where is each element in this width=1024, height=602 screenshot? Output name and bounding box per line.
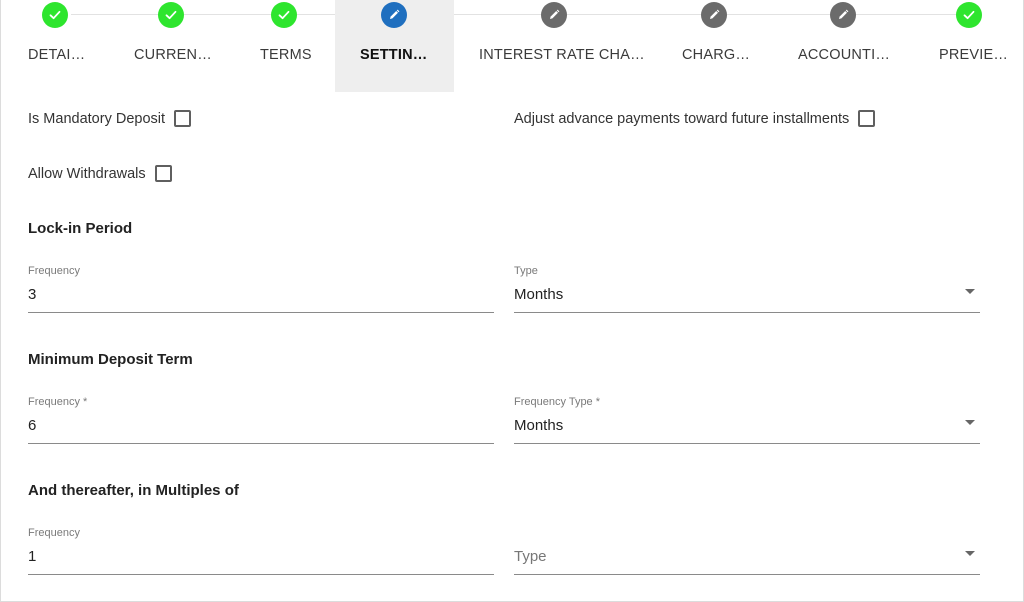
allow-withdrawals-row: Allow Withdrawals (28, 165, 172, 182)
pencil-icon (830, 2, 856, 28)
field-underline (28, 443, 494, 444)
pencil-icon (381, 2, 407, 28)
check-icon (956, 2, 982, 28)
adjust-advance-checkbox[interactable] (858, 110, 876, 127)
step-label: SETTIN… (360, 47, 428, 63)
pencil-icon (701, 2, 727, 28)
step-label: PREVIE… (939, 47, 1009, 63)
allow-withdrawals-checkbox[interactable] (154, 165, 172, 182)
lock-in-type-select[interactable]: Type Months (514, 265, 980, 315)
mandatory-deposit-row: Is Mandatory Deposit (28, 110, 192, 127)
step-label: DETAI… (28, 47, 86, 63)
step-interest-rate-chart[interactable]: INTEREST RATE CHA… (454, 0, 645, 92)
step-label: CHARG… (682, 47, 751, 63)
minimum-deposit-term-title: Minimum Deposit Term (28, 351, 193, 368)
field-label: Frequency Type * (514, 396, 601, 408)
dropdown-arrow-icon (965, 289, 975, 294)
step-preview[interactable]: PREVIE… (902, 0, 1022, 92)
field-label: Type (514, 265, 538, 277)
step-settings[interactable]: SETTIN… (335, 0, 454, 92)
field-placeholder: Type (514, 548, 547, 565)
step-label: TERMS (260, 47, 312, 63)
field-value: Months (514, 286, 564, 303)
mandatory-deposit-checkbox[interactable] (174, 110, 192, 127)
step-terms[interactable]: TERMS (231, 0, 335, 92)
mandatory-deposit-label: Is Mandatory Deposit (28, 110, 166, 127)
minimum-term-frequency-field: Frequency * 6 (28, 396, 494, 446)
step-label: CURREN… (134, 47, 212, 63)
lock-in-frequency-field: Frequency 3 (28, 265, 494, 315)
lock-in-frequency-input[interactable] (28, 279, 494, 311)
allow-withdrawals-label: Allow Withdrawals (28, 165, 146, 182)
adjust-advance-row: Adjust advance payments toward future in… (514, 110, 876, 127)
step-accounting[interactable]: ACCOUNTI… (782, 0, 902, 92)
step-details[interactable]: DETAI… (1, 0, 111, 92)
field-underline (514, 574, 980, 575)
field-underline (28, 574, 494, 575)
step-charges[interactable]: CHARG… (644, 0, 782, 92)
minimum-term-frequency-input[interactable] (28, 410, 494, 442)
field-label: Frequency * (28, 396, 88, 408)
field-label: Frequency (28, 527, 80, 539)
dropdown-arrow-icon (965, 420, 975, 425)
field-value: Months (514, 417, 564, 434)
minimum-term-type-select[interactable]: Frequency Type * Months (514, 396, 980, 446)
check-icon (42, 2, 68, 28)
step-label: INTEREST RATE CHA… (479, 47, 645, 63)
pencil-icon (541, 2, 567, 28)
multiples-type-select[interactable]: Type (514, 527, 980, 577)
lock-in-period-title: Lock-in Period (28, 220, 133, 237)
field-label: Frequency (28, 265, 80, 277)
check-icon (271, 2, 297, 28)
adjust-advance-label: Adjust advance payments toward future in… (514, 110, 850, 127)
multiples-title: And thereafter, in Multiples of (28, 482, 239, 499)
multiples-frequency-input[interactable] (28, 541, 494, 573)
field-underline (28, 312, 494, 313)
field-underline (514, 443, 980, 444)
field-underline (514, 312, 980, 313)
stepper: DETAI… CURREN… TERMS SETTIN… INTEREST RA… (1, 0, 1024, 92)
check-icon (158, 2, 184, 28)
step-label: ACCOUNTI… (798, 47, 891, 63)
multiples-frequency-field: Frequency 1 (28, 527, 494, 577)
step-currency[interactable]: CURREN… (111, 0, 231, 92)
dropdown-arrow-icon (965, 551, 975, 556)
